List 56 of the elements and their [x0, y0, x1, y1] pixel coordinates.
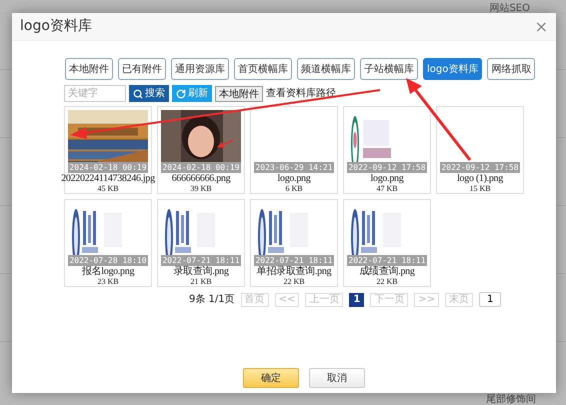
- cancel-button[interactable]: 取消: [309, 368, 365, 388]
- file-size: 45 KB: [97, 184, 119, 193]
- search-icon: [133, 88, 143, 98]
- tab[interactable]: 已有附件: [118, 58, 166, 80]
- file-name: 20220224114738246.jpg: [61, 173, 155, 184]
- search-button[interactable]: 搜索: [129, 85, 169, 102]
- file-size: 21 KB: [190, 277, 212, 286]
- file-card[interactable]: 2024-02-18 00:19 666666666.png 39 KB: [157, 106, 245, 194]
- background-label: 尾部修饰间: [486, 394, 536, 405]
- tab[interactable]: 网络抓取: [487, 58, 536, 80]
- file-size: 23 KB: [97, 277, 119, 286]
- date-label: 2023-06-29 14:21: [254, 162, 334, 173]
- page-button[interactable]: 1: [349, 292, 364, 306]
- date-label: 2024-02-18 00:19: [68, 162, 148, 173]
- dialog-title: logo资料库: [20, 17, 92, 36]
- file-name: logo.png: [278, 173, 310, 184]
- date-label: 2024-02-18 00:19: [161, 162, 241, 173]
- file-card[interactable]: 2022-09-12 17:58 logo.png 47 KB: [343, 106, 431, 194]
- date-label: 2022-07-21 18:11: [347, 255, 427, 266]
- search-field[interactable]: 关键字: [64, 85, 126, 102]
- file-name: 666666666.png: [172, 173, 230, 184]
- file-card[interactable]: 2022-07-21 18:11 录取查询.png 21 KB: [157, 199, 245, 287]
- tab[interactable]: logo资料库: [423, 58, 482, 80]
- page-summary: 9条 1/1页: [189, 293, 235, 307]
- file-card[interactable]: 2022-07-21 18:11 成绩查询.png 22 KB: [343, 199, 431, 287]
- file-card[interactable]: 2022-09-12 17:58 logo (1).png 15 KB: [436, 106, 524, 194]
- file-card[interactable]: 2022-07-21 18:11 单招录取查询.png 22 KB: [250, 199, 338, 287]
- file-size: 39 KB: [190, 184, 212, 193]
- file-name: logo (1).png: [457, 173, 503, 184]
- file-card[interactable]: 2023-06-29 14:21 logo.png 6 KB: [250, 106, 338, 194]
- tab[interactable]: 子站横幅库: [360, 58, 418, 80]
- file-name: 报名logo.png: [82, 266, 134, 277]
- confirm-button[interactable]: 确定: [243, 368, 299, 388]
- file-name: logo.png: [370, 173, 404, 184]
- date-label: 2022-09-12 17:58: [440, 162, 520, 173]
- date-label: 2022-07-28 18:10: [68, 255, 148, 266]
- date-label: 2022-07-21 18:11: [161, 255, 241, 266]
- background-label: 网站SEO: [489, 2, 530, 16]
- file-name: 成绩查询.png: [359, 266, 415, 277]
- file-size: 15 KB: [469, 184, 491, 193]
- date-label: 2022-09-12 17:58: [347, 162, 427, 173]
- file-size: 22 KB: [283, 277, 305, 286]
- local-files-button[interactable]: 本地附件: [215, 86, 263, 102]
- file-name: 录取查询.png: [173, 266, 229, 277]
- page-input[interactable]: 1: [479, 292, 502, 307]
- file-name: 单招录取查询.png: [256, 266, 332, 277]
- file-card[interactable]: 2022-07-28 18:10 报名logo.png 23 KB: [64, 199, 152, 287]
- file-size: 22 KB: [376, 277, 398, 286]
- date-label: 2022-07-21 18:11: [254, 255, 334, 266]
- file-size: 47 KB: [376, 184, 398, 193]
- tab[interactable]: 通用资源库: [171, 58, 229, 80]
- tab[interactable]: 本地附件: [65, 58, 113, 80]
- tab[interactable]: 首页横幅库: [234, 58, 292, 80]
- file-size: 6 KB: [285, 184, 303, 193]
- refresh-icon: [176, 88, 186, 98]
- tab[interactable]: 频道横幅库: [297, 58, 355, 80]
